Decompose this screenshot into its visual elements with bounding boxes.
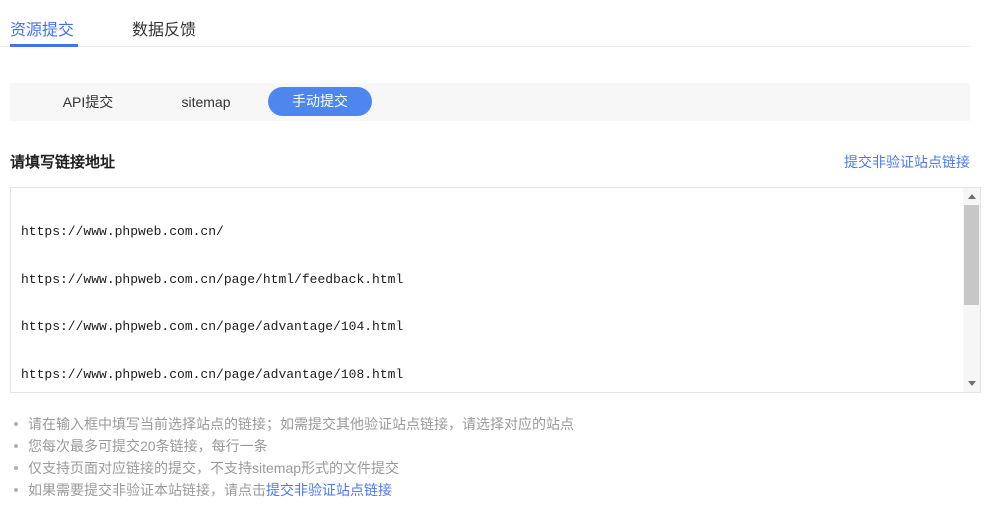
scrollbar-thumb[interactable] bbox=[964, 205, 979, 305]
top-tab-bar: 资源提交 数据反馈 bbox=[0, 0, 970, 47]
url-line: https://www.phpweb.com.cn/page/html/feed… bbox=[21, 271, 963, 289]
submit-unverified-site-link-bottom[interactable]: 提交非验证站点链接 bbox=[266, 482, 392, 498]
scroll-up-button[interactable] bbox=[963, 188, 980, 205]
active-tab-underline bbox=[10, 44, 78, 47]
note-item: 您每次最多可提交20条链接，每行一条 bbox=[10, 435, 970, 457]
field-label-row: 请填写链接地址 提交非验证站点链接 bbox=[10, 151, 970, 171]
bullet-dot-icon bbox=[14, 488, 18, 492]
note-text: 仅支持页面对应链接的提交，不支持sitemap形式的文件提交 bbox=[28, 460, 399, 476]
note-item: 仅支持页面对应链接的提交，不支持sitemap形式的文件提交 bbox=[10, 457, 970, 479]
tab-resource-submit[interactable]: 资源提交 bbox=[10, 16, 74, 40]
submit-unverified-site-link[interactable]: 提交非验证站点链接 bbox=[844, 152, 970, 172]
subtab-sitemap[interactable]: sitemap bbox=[170, 83, 242, 121]
note-item: 请在输入框中填写当前选择站点的链接；如需提交其他验证站点链接，请选择对应的站点 bbox=[10, 413, 970, 435]
note-item: 如果需要提交非验证本站链接，请点击提交非验证站点链接 bbox=[10, 479, 970, 501]
link-field-label: 请填写链接地址 bbox=[10, 154, 115, 171]
url-line: https://www.phpweb.com.cn/ bbox=[21, 223, 963, 241]
note-text: 请在输入框中填写当前选择站点的链接；如需提交其他验证站点链接，请选择对应的站点 bbox=[28, 416, 574, 432]
link-input[interactable]: https://www.phpweb.com.cn/ https://www.p… bbox=[10, 187, 981, 393]
scroll-up-icon bbox=[968, 194, 976, 199]
link-input-content: https://www.phpweb.com.cn/ https://www.p… bbox=[11, 188, 963, 392]
bullet-dot-icon bbox=[14, 444, 18, 448]
note-text: 您每次最多可提交20条链接，每行一条 bbox=[28, 438, 268, 454]
url-line: https://www.phpweb.com.cn/page/advantage… bbox=[21, 318, 963, 336]
help-notes: 请在输入框中填写当前选择站点的链接；如需提交其他验证站点链接，请选择对应的站点 … bbox=[10, 413, 970, 501]
bullet-dot-icon bbox=[14, 466, 18, 470]
subtab-api-submit[interactable]: API提交 bbox=[50, 83, 126, 121]
vertical-scrollbar[interactable] bbox=[963, 188, 980, 392]
note-text: 如果需要提交非验证本站链接，请点击 bbox=[28, 482, 266, 498]
scroll-down-icon bbox=[968, 381, 976, 386]
tab-data-feedback[interactable]: 数据反馈 bbox=[132, 16, 196, 40]
scroll-down-button[interactable] bbox=[963, 375, 980, 392]
url-line: https://www.phpweb.com.cn/page/advantage… bbox=[21, 366, 963, 384]
submit-mode-bar: API提交 sitemap 手动提交 bbox=[10, 83, 970, 121]
bullet-dot-icon bbox=[14, 422, 18, 426]
subtab-manual-submit[interactable]: 手动提交 bbox=[268, 87, 372, 116]
